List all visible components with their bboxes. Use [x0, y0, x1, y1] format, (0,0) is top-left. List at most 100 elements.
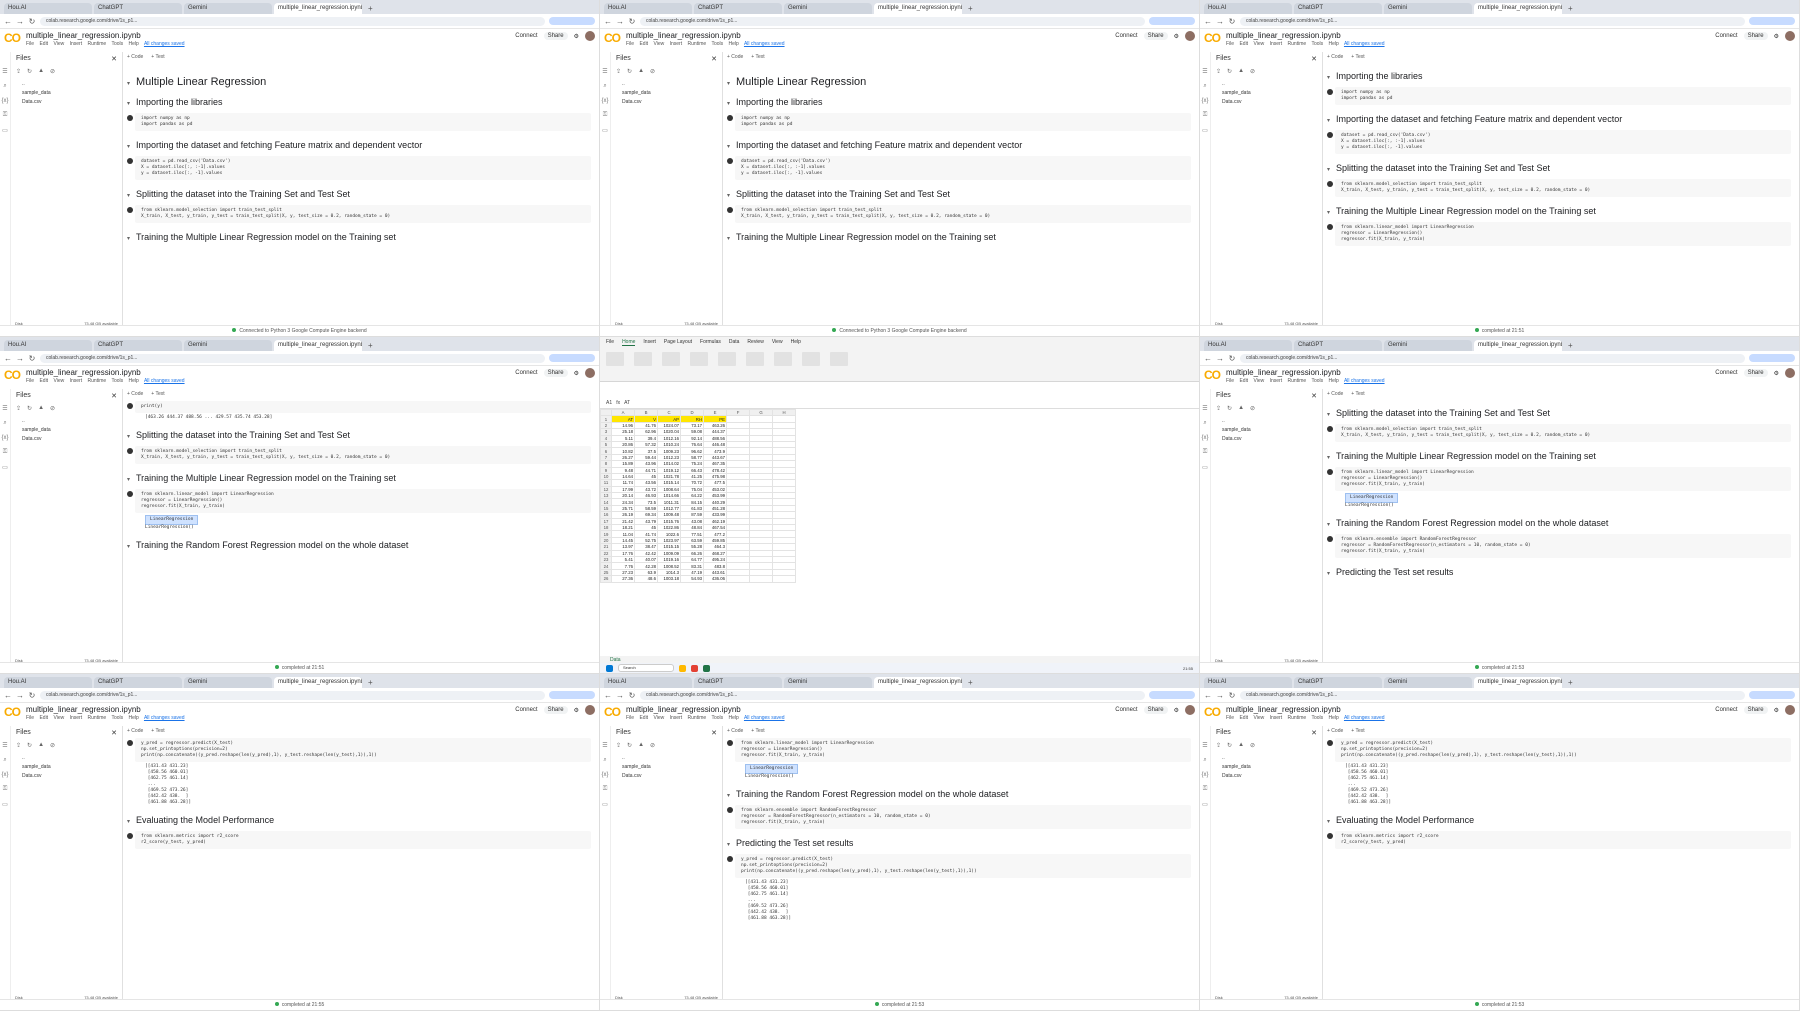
notebook-title[interactable]: multiple_linear_regression.ipynb	[26, 368, 189, 378]
run-cell-icon[interactable]	[1327, 89, 1333, 95]
chevron-down-icon[interactable]: ▾	[727, 144, 730, 150]
gear-icon[interactable]: ⚙	[1774, 370, 1779, 377]
tab-chatgpt[interactable]: ChatGPT	[1294, 340, 1382, 351]
spreadsheet-table[interactable]: A B C D E F G H 1 AT V AP RH PE 2 14.96 41.76 1024.07 73.1…	[600, 408, 796, 583]
variables-icon[interactable]: {x}	[1201, 98, 1208, 104]
file-item-sample-data[interactable]: sample_data	[16, 89, 117, 98]
forward-icon[interactable]: →	[616, 691, 624, 700]
code-text[interactable]: dataset = pd.read_csv('Data.csv') X = da…	[741, 159, 830, 176]
variables-icon[interactable]: {x}	[1, 435, 8, 441]
close-icon[interactable]: ✕	[111, 392, 117, 400]
code-cell[interactable]: from sklearn.model_selection import trai…	[1327, 179, 1791, 197]
changes-link[interactable]: All changes saved	[744, 715, 785, 721]
tab-hou-ai[interactable]: Hou.AI	[1204, 340, 1292, 351]
key-icon[interactable]: ⚿	[603, 112, 608, 119]
colab-logo[interactable]: CO	[1204, 31, 1221, 45]
upload-icon[interactable]: ⇪	[16, 68, 21, 75]
code-text[interactable]: from sklearn.metrics import r2_score r2_…	[1341, 834, 1439, 845]
reload-icon[interactable]: ↻	[28, 354, 36, 363]
chevron-down-icon[interactable]: ▾	[1327, 571, 1330, 577]
folder-icon[interactable]: ▭	[1202, 127, 1208, 134]
refresh-icon[interactable]: ↻	[27, 742, 32, 749]
new-tab-button[interactable]: +	[364, 3, 377, 14]
insert-cells-icon[interactable]	[802, 352, 820, 366]
chevron-down-icon[interactable]: ▾	[1327, 819, 1330, 825]
cell[interactable]	[726, 575, 750, 583]
excel-tab-5[interactable]: Data	[729, 339, 740, 346]
hide-icon[interactable]: ⊘	[50, 405, 55, 412]
font-icon[interactable]	[634, 352, 652, 366]
menu-file[interactable]: File	[26, 41, 34, 47]
key-icon[interactable]: ⚿	[603, 786, 608, 793]
variables-icon[interactable]: {x}	[1, 98, 8, 104]
section-heading[interactable]: ▾ Multiple Linear Regression	[727, 76, 1191, 88]
search-icon[interactable]: ⌕	[1203, 420, 1206, 427]
code-text[interactable]: y_pred = regressor.predict(X_test) np.se…	[1341, 741, 1577, 758]
profile-pill[interactable]	[1149, 691, 1195, 699]
search-icon[interactable]: ⌕	[3, 83, 6, 90]
hide-icon[interactable]: ⊘	[50, 742, 55, 749]
excel-tab-3[interactable]: Page Layout	[664, 339, 692, 346]
menu-edit[interactable]: Edit	[39, 715, 48, 721]
chevron-down-icon[interactable]: ▾	[1327, 118, 1330, 124]
menu-help[interactable]: Help	[1329, 715, 1339, 721]
search-icon[interactable]: ⌕	[3, 757, 6, 764]
back-icon[interactable]: ←	[4, 691, 12, 700]
comment-button[interactable]: Connect	[1715, 33, 1737, 39]
section-heading[interactable]: ▾ Training the Multiple Linear Regression…	[727, 232, 1191, 242]
menu-file[interactable]: File	[626, 715, 634, 721]
back-icon[interactable]: ←	[4, 354, 12, 363]
run-cell-icon[interactable]	[127, 833, 133, 839]
menu-view[interactable]: View	[53, 378, 64, 384]
comment-button[interactable]: Connect	[1115, 707, 1137, 713]
avatar[interactable]	[1785, 705, 1795, 715]
upload-icon[interactable]: ⇪	[1216, 405, 1221, 412]
model-repr[interactable]: LinearRegression	[145, 515, 199, 525]
code-cell[interactable]: from sklearn.linear_model import LinearR…	[127, 489, 591, 513]
share-button[interactable]: Share	[543, 706, 568, 714]
code-text[interactable]: import numpy as np import pandas as pd	[141, 116, 192, 127]
chevron-down-icon[interactable]: ▾	[127, 434, 130, 440]
profile-pill[interactable]	[549, 691, 595, 699]
tab-hou-ai[interactable]: Hou.AI	[4, 340, 92, 351]
variables-icon[interactable]: {x}	[1, 772, 8, 778]
menu-file[interactable]: File	[626, 41, 634, 47]
menu-icon[interactable]: ☰	[2, 742, 7, 749]
spreadsheet-grid[interactable]: A B C D E F G H 1 AT V AP RH PE 2 14.96 41.76 1024.07 73.1…	[600, 408, 1199, 655]
add-code-button[interactable]: + Code	[1327, 391, 1343, 399]
cell[interactable]: 27.36	[611, 575, 635, 583]
refresh-icon[interactable]: ↻	[27, 68, 32, 75]
drive-icon[interactable]: ▲	[1238, 405, 1244, 412]
code-cell[interactable]: from sklearn.metrics import r2_score r2_…	[127, 831, 591, 849]
section-heading[interactable]: ▾ Training the Multiple Linear Regression…	[1327, 451, 1791, 461]
forward-icon[interactable]: →	[16, 691, 24, 700]
add-text-button[interactable]: + Text	[151, 391, 164, 399]
code-text[interactable]: from sklearn.linear_model import LinearR…	[1341, 470, 1474, 487]
comment-button[interactable]: Connect	[1715, 370, 1737, 376]
changes-link[interactable]: All changes saved	[144, 715, 185, 721]
chevron-down-icon[interactable]: ▾	[727, 101, 730, 107]
add-text-button[interactable]: + Text	[751, 728, 764, 736]
paste-icon[interactable]	[606, 352, 624, 366]
code-cell[interactable]: print(y)	[127, 401, 591, 413]
menu-file[interactable]: File	[1226, 378, 1234, 384]
colab-logo[interactable]: CO	[1204, 368, 1221, 382]
file-item-parent[interactable]: ..	[1216, 754, 1317, 763]
menu-insert[interactable]: Insert	[670, 715, 683, 721]
file-item-parent[interactable]: ..	[616, 80, 717, 89]
section-heading[interactable]: ▾ Splitting the dataset into the Training…	[1327, 163, 1791, 173]
avatar[interactable]	[1185, 31, 1195, 41]
profile-pill[interactable]	[1149, 17, 1195, 25]
search-icon[interactable]: ⌕	[1203, 757, 1206, 764]
menu-runtime[interactable]: Runtime	[1288, 715, 1307, 721]
run-cell-icon[interactable]	[1327, 426, 1333, 432]
menu-icon[interactable]: ☰	[1202, 742, 1207, 749]
code-cell[interactable]: from sklearn.linear_model import LinearR…	[727, 738, 1191, 762]
section-heading[interactable]: ▾ Multiple Linear Regression	[127, 76, 591, 88]
excel-tab-4[interactable]: Formulas	[700, 339, 721, 346]
reload-icon[interactable]: ↻	[628, 691, 636, 700]
notebook-title[interactable]: multiple_linear_regression.ipynb	[1226, 705, 1389, 715]
colab-logo[interactable]: CO	[604, 31, 621, 45]
menu-help[interactable]: Help	[129, 41, 139, 47]
tab-gemini[interactable]: Gemini	[784, 3, 872, 14]
